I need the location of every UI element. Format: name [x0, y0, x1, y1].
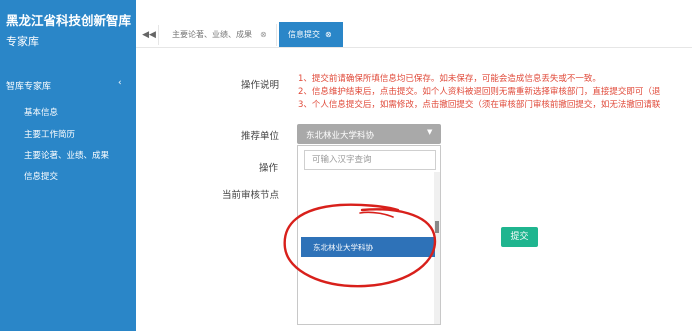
sidebar-module-expert-library[interactable]: 智库专家库 ‹ [0, 74, 136, 96]
submit-button[interactable]: 提交 [501, 227, 538, 247]
recommend-unit-label: 推荐单位 [241, 131, 280, 142]
tab-label: 信息提交 [288, 30, 320, 39]
sidebar-item-info-submit[interactable]: 信息提交 [24, 170, 58, 182]
sidebar-item-basic-info[interactable]: 基本信息 [24, 106, 58, 118]
chevron-left-icon: ‹ [118, 78, 122, 88]
recommend-unit-select[interactable]: 东北林业大学科协 ▼ [297, 124, 441, 144]
app-subtitle: 专家库 [6, 35, 39, 48]
sidebar: 黑龙江省科技创新智库 专家库 智库专家库 ‹ 基本信息 主要工作简历 主要论著、… [0, 0, 136, 331]
close-icon[interactable]: ⊗ [260, 24, 267, 46]
tab-info-submit[interactable]: 信息提交 ⊗ [279, 22, 343, 47]
instruction-line-1: 1、提交前请确保所填信息均已保存。如未保存，可能会造成信息丢失或不一致。 [298, 74, 601, 84]
current-review-node-label: 当前审核节点 [222, 190, 280, 201]
scroll-tabs-left-icon[interactable]: ◀◀ [140, 25, 159, 45]
sidebar-item-publications[interactable]: 主要论著、业绩、成果 [24, 149, 109, 161]
instruction-line-3: 3、个人信息提交后，如需修改，点击撤回提交（须在审核部门审核前撤回提交，如无法撤… [298, 100, 661, 110]
sidebar-module-label: 智库专家库 [6, 82, 52, 92]
instructions-label: 操作说明 [241, 80, 280, 91]
sidebar-item-work-history[interactable]: 主要工作简历 [24, 128, 75, 140]
dropdown-search-input[interactable] [304, 150, 436, 170]
operation-label: 操作 [259, 163, 279, 174]
close-icon[interactable]: ⊗ [325, 22, 332, 47]
tab-label: 主要论著、业绩、成果 [172, 30, 252, 39]
dropdown-panel [297, 145, 441, 325]
option-label: 东北林业大学科协 [313, 243, 373, 252]
caret-down-icon: ▼ [427, 128, 433, 136]
select-value: 东北林业大学科协 [306, 131, 375, 141]
scrollbar-thumb[interactable] [435, 221, 439, 233]
brand-header: 黑龙江省科技创新智库 专家库 [0, 0, 136, 60]
instruction-line-2: 2、信息维护结束后，点击提交。如个人资料被退回则无需重新选择审核部门，直接提交即… [298, 87, 661, 97]
dropdown-option[interactable]: 东北林业大学科协 [301, 237, 435, 257]
app-title: 黑龙江省科技创新智库 [6, 13, 132, 28]
tab-publications[interactable]: 主要论著、业绩、成果 ⊗ [162, 24, 277, 46]
